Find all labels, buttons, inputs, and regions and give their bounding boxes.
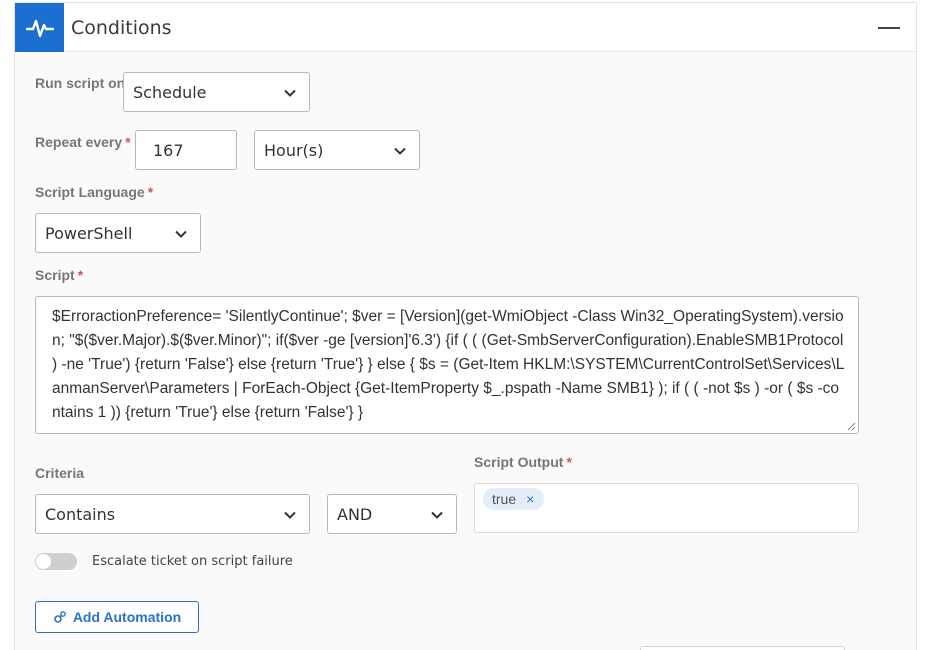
repeat-unit-select[interactable]: Hour(s)	[254, 130, 420, 170]
chevron-down-icon	[284, 511, 296, 519]
script-output-label: Script Output *	[474, 454, 572, 470]
criteria-operator-value: AND	[337, 504, 373, 524]
script-language-select[interactable]: PowerShell	[35, 213, 201, 253]
chevron-down-icon	[431, 511, 443, 519]
script-language-label: Script Language *	[35, 184, 154, 200]
output-tag: true ×	[483, 488, 545, 510]
criteria-label: Criteria	[35, 465, 85, 481]
script-label: Script *	[35, 267, 84, 283]
toggle-knob	[36, 554, 51, 569]
add-automation-label: Add Automation	[72, 609, 182, 625]
criteria-select[interactable]: Contains	[35, 494, 310, 534]
chevron-down-icon	[394, 147, 406, 155]
criteria-operator-select[interactable]: AND	[327, 494, 457, 534]
escalate-toggle[interactable]	[35, 553, 77, 570]
bottom-control-edge	[640, 646, 845, 650]
repeat-every-value: 167	[153, 140, 184, 160]
collapse-button[interactable]	[878, 27, 900, 29]
chevron-down-icon	[284, 89, 296, 97]
panel-title: Conditions	[71, 17, 172, 39]
run-script-on-select[interactable]: Schedule	[123, 72, 310, 112]
repeat-unit-value: Hour(s)	[264, 140, 324, 160]
close-icon[interactable]: ×	[526, 491, 534, 507]
gear-link-icon	[54, 611, 66, 623]
script-textarea[interactable]: $ErroractionPreference= 'SilentlyContinu…	[35, 296, 859, 434]
resize-handle-icon[interactable]	[846, 421, 856, 431]
repeat-every-input[interactable]: 167	[135, 130, 237, 170]
script-text: $ErroractionPreference= 'SilentlyContinu…	[52, 308, 845, 421]
run-script-on-label: Run script on	[35, 75, 126, 91]
repeat-every-label: Repeat every *	[35, 134, 131, 150]
script-language-value: PowerShell	[45, 223, 133, 243]
output-tag-label: true	[492, 491, 517, 507]
criteria-value: Contains	[45, 504, 116, 524]
escalate-label: Escalate ticket on script failure	[92, 554, 293, 569]
pulse-icon	[15, 3, 64, 52]
chevron-down-icon	[175, 230, 187, 238]
script-output-input[interactable]: true ×	[474, 483, 859, 533]
panel-header: Conditions	[15, 3, 916, 52]
run-script-on-value: Schedule	[133, 82, 207, 102]
add-automation-button[interactable]: Add Automation	[35, 601, 199, 633]
